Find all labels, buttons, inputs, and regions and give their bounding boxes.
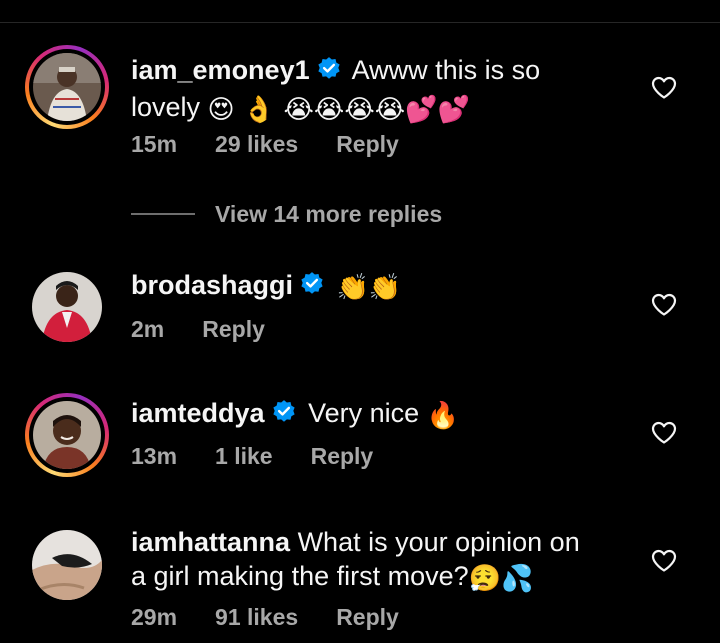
username[interactable]: brodashaggi xyxy=(131,270,293,300)
likes-count[interactable]: 29 likes xyxy=(215,131,298,157)
like-heart-icon[interactable] xyxy=(651,76,677,100)
avatar[interactable] xyxy=(32,272,102,342)
comment-meta: 29m 91 likes Reply xyxy=(131,604,437,631)
comment-body: brodashaggi 👏👏 xyxy=(131,268,581,305)
comment-emojis: 🔥 xyxy=(426,401,460,431)
view-more-replies-label[interactable]: View 14 more replies xyxy=(215,201,442,228)
like-heart-icon[interactable] xyxy=(651,421,677,445)
comment-meta: 2m Reply xyxy=(131,316,303,343)
avatar[interactable] xyxy=(32,530,102,600)
likes-count[interactable]: 91 likes xyxy=(215,604,298,630)
replies-divider xyxy=(131,213,195,215)
avatar[interactable] xyxy=(25,393,109,477)
comment-emojis: 😮‍💨💦 xyxy=(468,564,534,594)
timestamp: 13m xyxy=(131,443,178,469)
comment-body: iamteddya Very nice 🔥 xyxy=(131,396,581,433)
timestamp: 15m xyxy=(131,131,178,157)
like-heart-icon[interactable] xyxy=(651,293,677,317)
verified-badge-icon xyxy=(299,271,325,305)
comment-body: iamhattanna What is your opinion on a gi… xyxy=(131,525,581,596)
reply-button[interactable]: Reply xyxy=(311,443,374,469)
like-heart-icon[interactable] xyxy=(651,549,677,573)
comment-text: Very nice xyxy=(308,398,420,428)
likes-count[interactable]: 1 like xyxy=(215,443,273,469)
top-divider xyxy=(0,22,720,23)
reply-button[interactable]: Reply xyxy=(336,604,399,630)
username[interactable]: iamteddya xyxy=(131,398,265,428)
timestamp: 2m xyxy=(131,316,165,342)
comment-meta: 15m 29 likes Reply xyxy=(131,131,437,158)
comment-body: iam_emoney1 Awww this is so lovely 😍 👌 😭… xyxy=(131,53,581,127)
avatar[interactable] xyxy=(25,45,109,129)
comment-meta: 13m 1 like Reply xyxy=(131,443,411,470)
timestamp: 29m xyxy=(131,604,178,630)
verified-badge-icon xyxy=(271,399,297,433)
view-more-replies[interactable]: View 14 more replies xyxy=(131,199,442,229)
username[interactable]: iamhattanna xyxy=(131,527,290,557)
reply-button[interactable]: Reply xyxy=(202,316,265,342)
verified-badge-icon xyxy=(316,56,342,90)
comment-emojis: 👏👏 xyxy=(336,273,402,303)
username[interactable]: iam_emoney1 xyxy=(131,55,310,85)
comment-emojis: 😍 👌 😭😭😭😭💕💕 xyxy=(207,95,470,125)
reply-button[interactable]: Reply xyxy=(336,131,399,157)
